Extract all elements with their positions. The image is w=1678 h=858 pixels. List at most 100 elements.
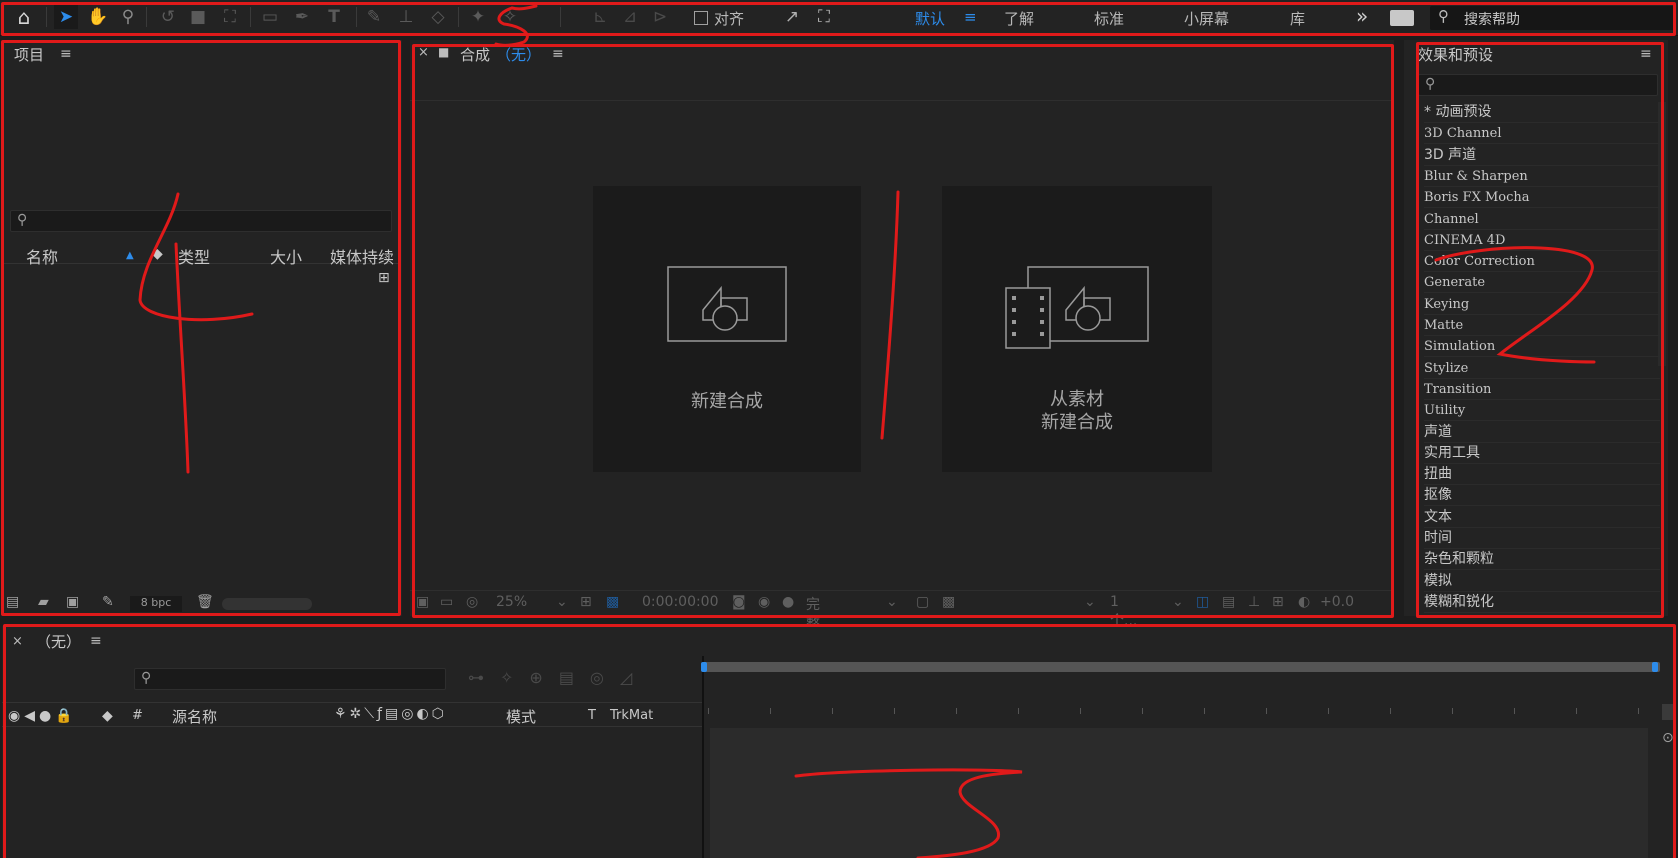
effects-item[interactable]: Keying [1424, 294, 1660, 315]
clone-stamp-icon[interactable]: ⊥ [394, 5, 418, 29]
rotate-icon[interactable]: ↺ [156, 5, 180, 29]
views-select[interactable]: 1 个... [1110, 594, 1137, 630]
flow-icon[interactable]: ⊞ [1272, 594, 1284, 610]
label-tag-icon[interactable]: ◆ [152, 246, 163, 262]
effects-item[interactable]: 抠像 [1424, 485, 1660, 507]
project-settings-icon[interactable]: ✎ [102, 594, 114, 610]
effects-item[interactable]: Transition [1424, 379, 1660, 400]
effects-item[interactable]: 实用工具 [1424, 443, 1660, 464]
effects-item[interactable]: Channel [1424, 209, 1660, 230]
snap-icon[interactable]: ↗ [780, 5, 804, 29]
timeline-menu-icon[interactable]: ≡ [90, 633, 102, 649]
zoom-dropdown-icon[interactable]: ⌄ [556, 594, 568, 610]
resolution-dropdown-icon[interactable]: ⌄ [886, 594, 898, 610]
layer-number-column[interactable]: # [132, 708, 143, 723]
toggle-transparency-icon[interactable]: ▩ [942, 594, 955, 610]
transparency-grid-icon[interactable]: ▩ [606, 594, 619, 610]
effects-item[interactable]: 杂色和颗粒 [1424, 549, 1660, 571]
mode-column[interactable]: 模式 [506, 706, 536, 727]
trkmat-column[interactable]: TrkMat [610, 708, 653, 723]
timeline-icon[interactable]: ▤ [1222, 594, 1235, 610]
pan-behind-icon[interactable]: ⛶ [218, 5, 242, 29]
timeline-zoom-scroll[interactable] [1662, 704, 1674, 720]
effects-item[interactable]: Stylize [1424, 358, 1660, 379]
column-name[interactable]: 名称 [26, 244, 58, 268]
effects-search-input[interactable]: ⚲ [1418, 74, 1658, 96]
brush-icon[interactable]: ✎ [362, 5, 386, 29]
workspace-default[interactable]: 默认 [915, 8, 945, 29]
camera-dropdown-icon[interactable]: ⌄ [1084, 594, 1096, 610]
camera-icon[interactable]: ■ [186, 5, 210, 29]
project-search-input[interactable]: ⚲ [10, 210, 392, 232]
effects-item[interactable]: Utility [1424, 400, 1660, 422]
timeline-track-area[interactable] [710, 728, 1648, 858]
show-snapshot-icon[interactable]: ◉ [758, 594, 770, 610]
new-composition-card[interactable]: 新建合成 [593, 186, 861, 472]
effects-menu-icon[interactable]: ≡ [1640, 46, 1652, 62]
layer-switches-icons[interactable]: ⚘✲⟍ƒ▤◎◐⬡ [334, 706, 447, 722]
effects-item[interactable]: Generate [1424, 272, 1660, 294]
effects-item[interactable]: Matte [1424, 315, 1660, 336]
timecode[interactable]: 0:00:00:00 [642, 594, 719, 610]
label-icon[interactable]: ◆ [102, 708, 113, 724]
project-menu-icon[interactable]: ≡ [60, 46, 72, 62]
channel-icon[interactable]: ● [782, 594, 794, 610]
sync-settings-icon[interactable] [1390, 10, 1414, 26]
effects-item[interactable]: Boris FX Mocha [1424, 187, 1660, 209]
effects-item[interactable]: 3D Channel [1424, 123, 1660, 145]
effects-item[interactable]: 时间 [1424, 528, 1660, 549]
workspace-standard[interactable]: 标准 [1094, 8, 1124, 29]
effects-item[interactable]: * 动画预设 [1424, 102, 1660, 123]
bit-depth-button[interactable]: 8 bpc [130, 596, 182, 612]
effects-item[interactable]: 声道 [1424, 422, 1660, 443]
av-switch-icons[interactable]: ◉◀●🔒 [8, 708, 77, 724]
sort-ascending-icon[interactable]: ▲ [126, 250, 134, 261]
time-ruler[interactable] [708, 700, 1652, 714]
column-type[interactable]: 类型 [178, 244, 210, 268]
roto-brush-icon[interactable]: ✦ [466, 5, 490, 29]
effects-item[interactable]: Simulation [1424, 336, 1660, 358]
thumbnail-scroll[interactable] [222, 598, 312, 610]
fast-previews-icon[interactable]: ◫ [1196, 594, 1209, 610]
snapshot-icon[interactable]: ◙ [732, 594, 746, 610]
comp-flowchart-icon[interactable]: ⊥ [1248, 594, 1260, 610]
world-axis-icon[interactable]: ⊿ [618, 5, 642, 29]
workspace-small-screen[interactable]: 小屏幕 [1184, 8, 1229, 29]
close-icon[interactable]: × [418, 45, 429, 60]
effects-item[interactable]: CINEMA 4D [1424, 230, 1660, 251]
effects-item[interactable]: 扭曲 [1424, 464, 1660, 486]
work-area-end-handle[interactable] [1652, 662, 1658, 672]
timeline-close-icon[interactable]: × [12, 634, 23, 649]
work-area-bar[interactable] [702, 662, 1660, 672]
type-icon[interactable]: T [322, 5, 346, 29]
local-axis-icon[interactable]: ⊾ [588, 5, 612, 29]
flowchart-icon[interactable]: ⊞ [378, 270, 390, 286]
effects-item[interactable]: Blur & Sharpen [1424, 166, 1660, 187]
workspace-menu-icon[interactable]: ≡ [964, 8, 977, 26]
source-name-column[interactable]: 源名称 [172, 706, 217, 727]
lock-icon[interactable]: ■ [438, 45, 449, 59]
home-icon[interactable]: ⌂ [12, 5, 36, 29]
effects-item[interactable]: Color Correction [1424, 251, 1660, 273]
mask-visibility-icon[interactable]: ◎ [466, 594, 478, 610]
workspace-learn[interactable]: 了解 [1004, 8, 1034, 29]
reset-exposure-icon[interactable]: ◐ [1298, 594, 1310, 610]
effects-item[interactable]: 文本 [1424, 507, 1660, 528]
puppet-pin-icon[interactable]: ✧ [498, 5, 522, 29]
comp-menu-icon[interactable]: ≡ [552, 46, 564, 62]
exposure-value[interactable]: +0.0 [1320, 594, 1354, 610]
new-composition-icon[interactable]: ▣ [66, 594, 79, 610]
new-folder-icon[interactable]: ▰ [38, 594, 49, 610]
trash-icon[interactable]: 🗑 [196, 594, 214, 610]
expand-icon[interactable]: ⛶ [812, 5, 836, 29]
new-comp-from-footage-card[interactable]: 从素材 新建合成 [942, 186, 1212, 472]
column-size[interactable]: 大小 [270, 244, 302, 268]
hand-icon[interactable]: ✋ [86, 5, 110, 29]
interpret-footage-icon[interactable]: ▤ [6, 594, 19, 610]
align-checkbox[interactable] [694, 11, 708, 25]
rectangle-icon[interactable]: ▭ [258, 5, 282, 29]
effects-item[interactable]: 模拟 [1424, 571, 1660, 592]
always-preview-icon[interactable]: ▣ [416, 594, 429, 610]
timeline-search-input[interactable]: ⚲ [134, 668, 446, 690]
zoom-icon[interactable]: ⚲ [116, 5, 140, 29]
